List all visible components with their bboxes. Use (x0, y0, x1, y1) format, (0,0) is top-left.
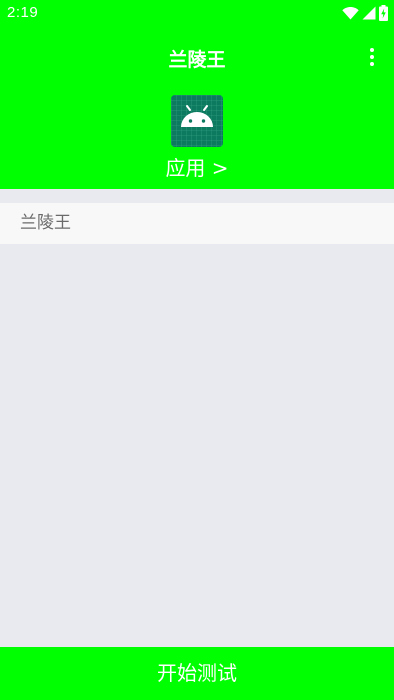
status-time: 2:19 (7, 4, 39, 21)
status-icons (342, 5, 388, 21)
page-title: 兰陵王 (168, 49, 226, 71)
more-vert-icon[interactable] (364, 46, 380, 68)
android-icon[interactable] (171, 95, 223, 147)
app-header: 兰陵王 应用 > (0, 26, 394, 189)
list-item[interactable]: 兰陵王 (0, 203, 394, 244)
signal-icon (362, 6, 376, 20)
status-bar: 2:19 (0, 0, 394, 26)
start-test-button[interactable]: 开始测试 (0, 647, 394, 700)
list-area: 兰陵王 (0, 189, 394, 647)
battery-charging-icon (379, 5, 388, 21)
wifi-icon (342, 6, 359, 20)
app-link[interactable]: 应用 > (0, 152, 394, 181)
